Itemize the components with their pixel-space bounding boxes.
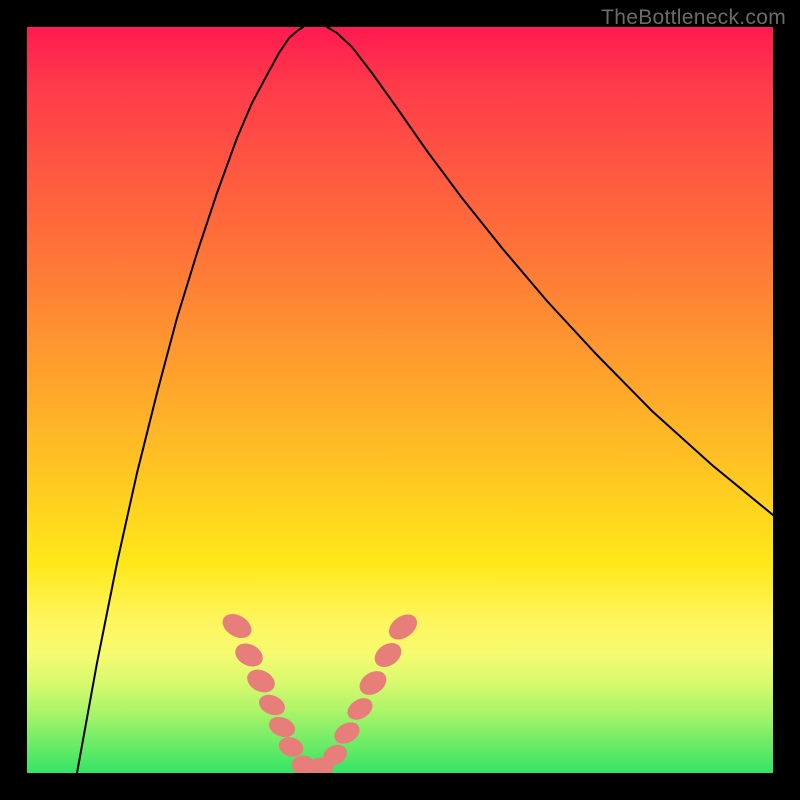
left-dot-3 — [256, 691, 287, 718]
right-dot-5 — [385, 610, 421, 644]
left-dot-0 — [219, 610, 255, 642]
left-dot-1 — [232, 640, 266, 671]
curve-left — [77, 27, 303, 773]
markers-layer — [219, 610, 421, 773]
watermark-text: TheBottleneck.com — [601, 6, 786, 30]
chart-svg — [27, 27, 773, 773]
curves-layer — [77, 27, 773, 773]
right-dot-4 — [371, 639, 405, 671]
right-dot-2 — [344, 694, 376, 723]
left-dot-2 — [244, 666, 278, 696]
right-dot-1 — [331, 719, 363, 748]
left-dot-4 — [267, 714, 298, 740]
curve-right — [327, 27, 773, 515]
plot-area — [27, 27, 773, 773]
chart-frame: TheBottleneck.com — [0, 0, 800, 800]
right-dot-3 — [356, 667, 390, 699]
left-dot-5 — [277, 735, 305, 760]
